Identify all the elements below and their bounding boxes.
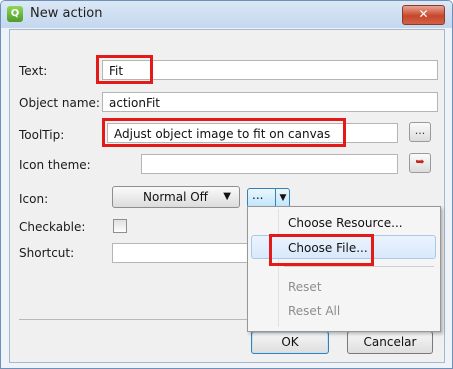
close-button[interactable]: ✕ [402,5,445,25]
tooltip-label: ToolTip: [19,128,65,142]
menu-item-reset[interactable]: Reset [248,275,438,299]
highlight-text-box [96,55,153,84]
icon-mode-combo[interactable]: Normal Off ▼ [112,186,240,208]
new-action-dialog: Q New action ✕ Text: Fit Object name: ac… [0,0,453,369]
menu-separator [284,266,434,267]
window-title: New action [30,6,103,21]
highlight-choose-file-box [269,234,374,266]
shortcut-label: Shortcut: [19,246,75,260]
menu-item-choose-resource[interactable]: Choose Resource... [248,211,438,235]
icon-theme-label: Icon theme: [19,158,91,172]
highlight-tooltip-box [102,118,346,147]
shortcut-field[interactable] [112,243,252,263]
menu-item-reset-all[interactable]: Reset All [248,299,438,323]
object-name-label: Object name: [19,96,100,110]
icon-tool-button[interactable]: ... ▼ [247,188,290,208]
icon-label: Icon: [19,192,49,206]
ok-button[interactable]: OK [251,331,329,354]
icon-theme-field[interactable] [141,154,398,174]
icon-more-label: ... [252,188,264,202]
chevron-down-icon: ▼ [223,191,231,202]
title-bar[interactable]: Q New action ✕ [1,1,452,28]
text-label: Text: [19,64,48,78]
icon-mode-value: Normal Off [143,190,208,204]
object-name-field[interactable]: actionFit [102,92,438,112]
divider [19,319,247,320]
cancel-button[interactable]: Cancelar [347,331,433,354]
reset-arrow-icon[interactable]: ➥ [409,153,431,173]
dropdown-arrow-icon[interactable]: ▼ [275,188,290,208]
checkable-checkbox[interactable] [113,219,127,233]
qt-designer-icon: Q [7,6,23,22]
icon-dropdown-menu: Choose Resource... Choose File... Reset … [247,206,441,332]
checkable-label: Checkable: [19,220,86,234]
tooltip-edit-button[interactable]: ... [409,122,431,142]
